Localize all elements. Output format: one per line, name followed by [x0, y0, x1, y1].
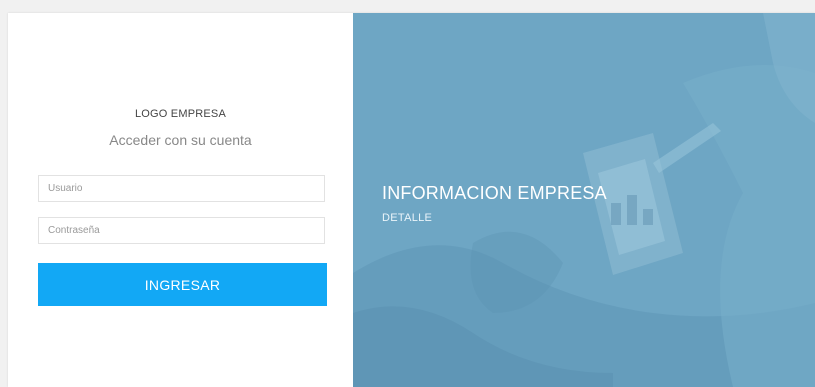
- password-input[interactable]: [38, 217, 325, 244]
- company-logo-text: LOGO EMPRESA: [134, 108, 227, 120]
- login-panel: LOGO EMPRESA Acceder con su cuenta INGRE…: [8, 13, 353, 387]
- info-panel: INFORMACION EMPRESA DETALLE: [353, 13, 815, 387]
- info-title: INFORMACION EMPRESA: [382, 183, 607, 203]
- info-detail: DETALLE: [382, 212, 433, 224]
- username-input[interactable]: [38, 175, 325, 202]
- login-card: LOGO EMPRESA Acceder con su cuenta INGRE…: [8, 13, 815, 387]
- login-subtitle: Acceder con su cuenta: [109, 132, 252, 148]
- login-button[interactable]: INGRESAR: [38, 263, 327, 306]
